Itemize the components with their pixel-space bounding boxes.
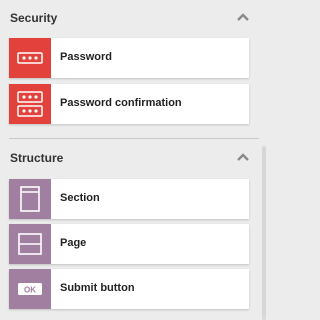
form-elements-panel: Security Password Password confirmation … bbox=[0, 0, 267, 320]
section-icon bbox=[9, 179, 51, 219]
password-confirmation-item[interactable]: Password confirmation bbox=[9, 84, 249, 124]
password-icon bbox=[9, 38, 51, 78]
security-section-title: Security bbox=[10, 11, 58, 25]
password-confirmation-label: Password confirmation bbox=[60, 97, 182, 109]
scrollbar[interactable] bbox=[262, 146, 266, 320]
chevron-up-icon[interactable] bbox=[236, 12, 250, 22]
page-item[interactable]: Page bbox=[9, 224, 249, 264]
password-label: Password bbox=[60, 51, 112, 63]
structure-section-title: Structure bbox=[10, 151, 64, 165]
section-divider bbox=[9, 138, 259, 139]
section-label: Section bbox=[60, 192, 100, 204]
password-item[interactable]: Password bbox=[9, 38, 249, 78]
chevron-up-icon[interactable] bbox=[236, 152, 250, 162]
submit-button-item[interactable]: OK Submit button bbox=[9, 269, 249, 309]
submit-button-label: Submit button bbox=[60, 282, 135, 294]
page-icon bbox=[9, 224, 51, 264]
page-label: Page bbox=[60, 237, 87, 249]
structure-section-header[interactable]: Structure bbox=[0, 148, 262, 170]
submit-badge-text: OK bbox=[24, 286, 36, 295]
security-section-header[interactable]: Security bbox=[0, 8, 262, 30]
password-confirmation-icon bbox=[9, 84, 51, 124]
section-item[interactable]: Section bbox=[9, 179, 249, 219]
submit-button-icon: OK bbox=[9, 269, 51, 309]
